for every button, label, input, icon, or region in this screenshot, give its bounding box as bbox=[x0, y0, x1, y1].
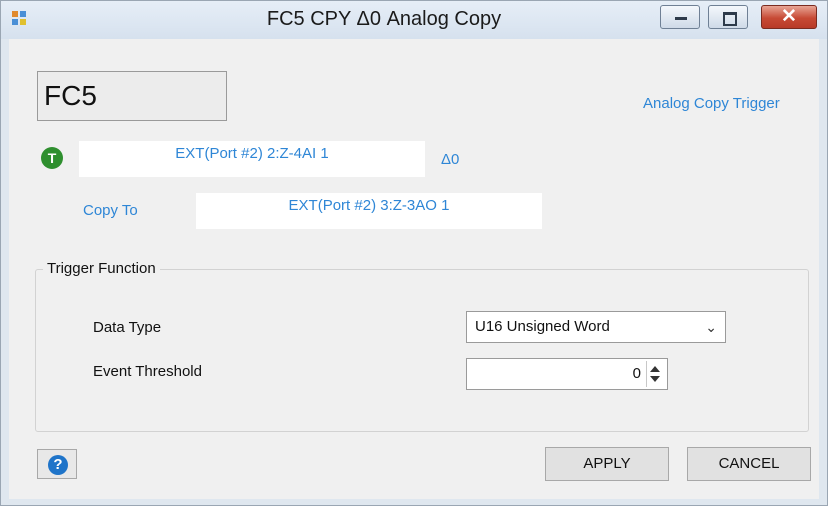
trigger-function-legend: Trigger Function bbox=[43, 260, 160, 277]
title-bar[interactable]: FC5 CPY Δ0 Analog Copy ✕ bbox=[1, 1, 827, 39]
help-button[interactable]: ? bbox=[37, 449, 77, 479]
trigger-function-group bbox=[35, 269, 809, 432]
chevron-down-icon: ⌄ bbox=[705, 319, 717, 335]
cancel-button[interactable]: CANCEL bbox=[687, 447, 811, 481]
destination-field[interactable]: EXT(Port #2) 3:Z-3AO 1 bbox=[196, 193, 542, 229]
maximize-button[interactable] bbox=[708, 5, 748, 29]
function-code-box: FC5 bbox=[37, 71, 227, 121]
minimize-icon bbox=[675, 17, 687, 20]
event-threshold-stepper[interactable]: 0 bbox=[466, 358, 668, 390]
analog-copy-trigger-link[interactable]: Analog Copy Trigger bbox=[643, 95, 780, 112]
event-threshold-label: Event Threshold bbox=[93, 363, 202, 380]
trigger-t-icon: T bbox=[41, 147, 63, 169]
data-type-value: U16 Unsigned Word bbox=[475, 318, 610, 335]
spin-down-icon[interactable] bbox=[650, 376, 660, 382]
help-icon: ? bbox=[48, 455, 68, 475]
dialog-window: FC5 CPY Δ0 Analog Copy ✕ FC5 Analog Copy… bbox=[0, 0, 828, 506]
data-type-label: Data Type bbox=[93, 319, 162, 336]
spin-buttons[interactable] bbox=[646, 361, 665, 387]
spin-up-icon[interactable] bbox=[650, 366, 660, 372]
source-field[interactable]: EXT(Port #2) 2:Z-4AI 1 bbox=[79, 141, 425, 177]
delta-link[interactable]: Δ0 bbox=[441, 151, 459, 168]
data-type-select[interactable]: U16 Unsigned Word ⌄ bbox=[466, 311, 726, 343]
close-button[interactable]: ✕ bbox=[761, 5, 817, 29]
close-icon: ✕ bbox=[781, 6, 797, 27]
maximize-icon bbox=[723, 12, 737, 26]
window-title: FC5 CPY Δ0 Analog Copy bbox=[266, 8, 502, 30]
minimize-button[interactable] bbox=[660, 5, 700, 29]
copy-to-link[interactable]: Copy To bbox=[83, 202, 138, 219]
apply-button[interactable]: APPLY bbox=[545, 447, 669, 481]
event-threshold-value: 0 bbox=[632, 365, 641, 382]
